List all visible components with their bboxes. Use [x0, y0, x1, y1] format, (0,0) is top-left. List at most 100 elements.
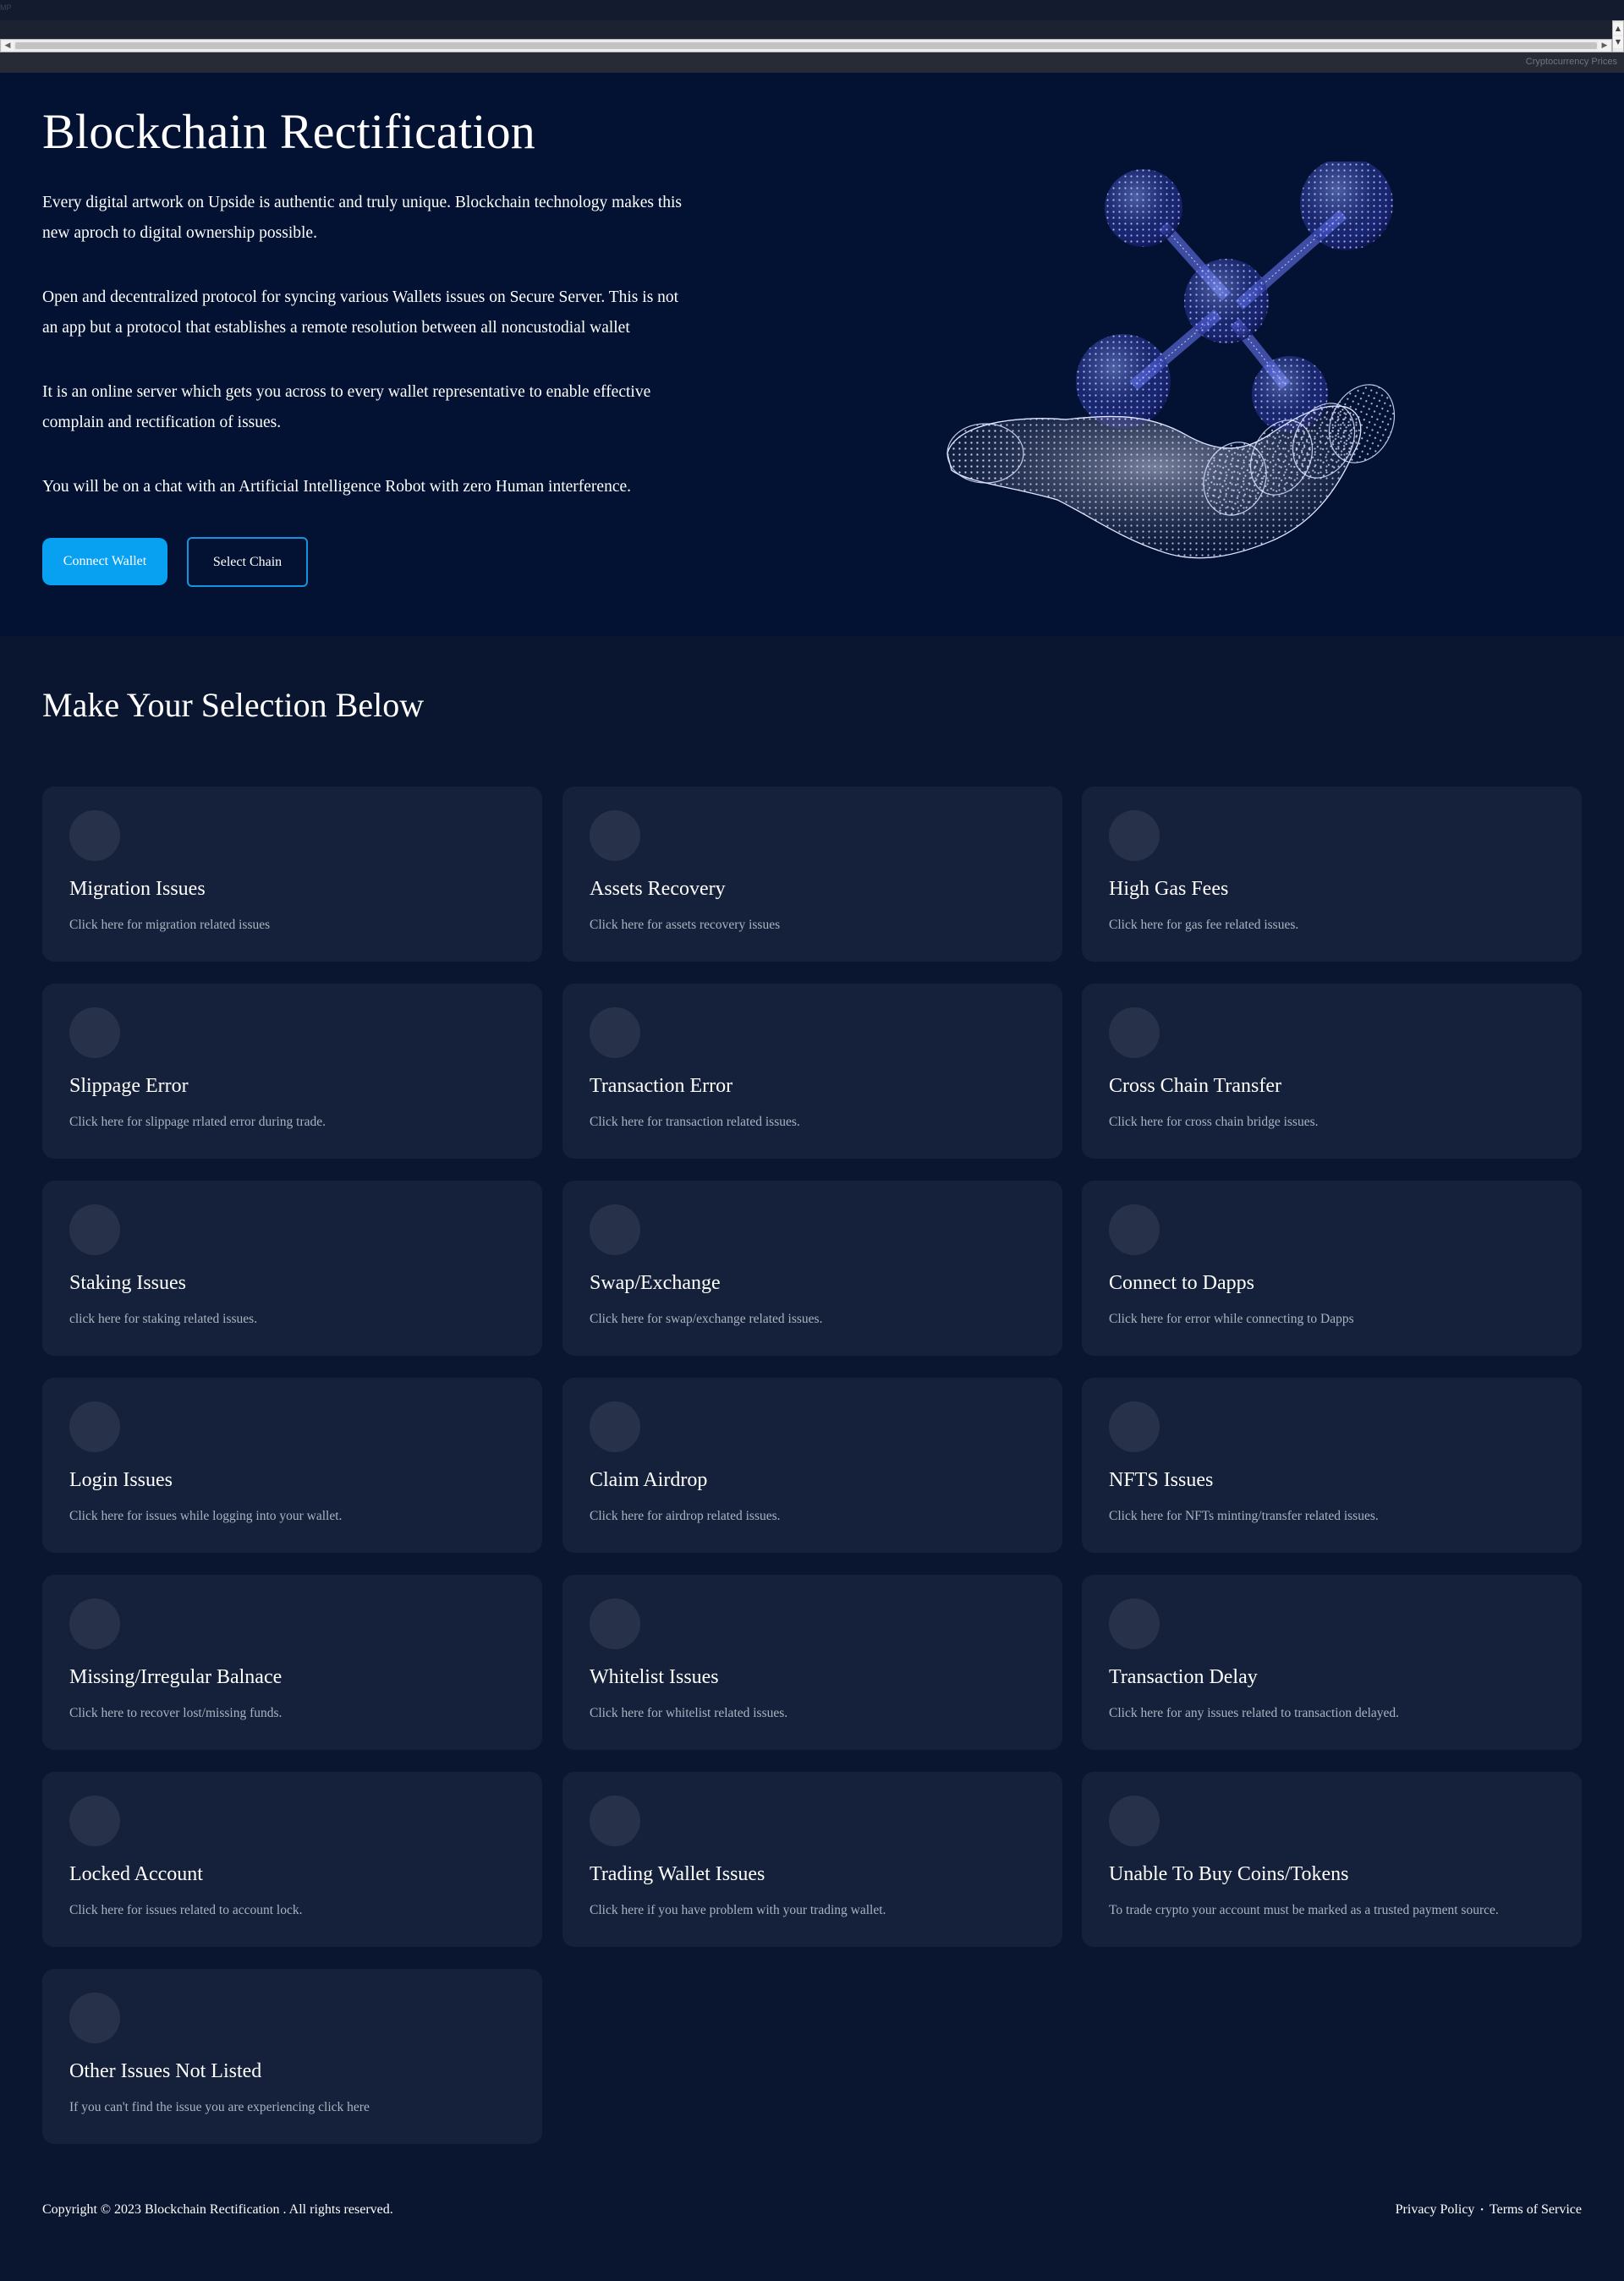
hero-paragraph: You will be on a chat with an Artificial…	[42, 478, 632, 496]
issue-card[interactable]: Staking Issues click here for staking rel…	[42, 1181, 542, 1356]
card-icon	[1109, 1007, 1160, 1058]
card-title: Swap/Exchange	[590, 1272, 721, 1294]
hand-molecule-illustration	[946, 162, 1396, 559]
card-icon	[69, 1598, 120, 1649]
footer-links: Privacy Policy • Terms of Service	[1396, 2202, 1582, 2218]
issue-card[interactable]: Unable To Buy Coins/Tokens To trade crypt…	[1082, 1772, 1582, 1947]
issue-card[interactable]: High Gas Fees Click here for gas fee rela…	[1082, 787, 1582, 962]
hero-section: Blockchain Rectification Every digital a…	[0, 73, 1624, 636]
card-description: Click here for NFTs minting/transfer rel…	[1109, 1509, 1379, 1523]
card-title: Assets Recovery	[590, 878, 726, 900]
card-icon	[69, 1204, 120, 1255]
hero-paragraph: Open and decentralized protocol for sync…	[42, 288, 679, 337]
issue-card[interactable]: Login Issues Click here for issues while …	[42, 1378, 542, 1553]
card-icon	[69, 1796, 120, 1846]
ticker-credit-bar: Cryptocurrency Prices	[0, 52, 1624, 73]
issue-card[interactable]: Missing/Irregular Balnace Click here to r…	[42, 1575, 542, 1750]
card-icon	[590, 1204, 640, 1255]
card-description: Click here for issues related to account…	[69, 1903, 303, 1917]
issue-card[interactable]: Claim Airdrop Click here for airdrop rela…	[562, 1378, 1062, 1553]
issue-card[interactable]: NFTS Issues Click here for NFTs minting/t…	[1082, 1378, 1582, 1553]
price-ticker-widget: MP	[0, 0, 1624, 20]
page-title: Blockchain Rectification	[42, 104, 535, 159]
card-description: Click here if you have problem with your…	[590, 1903, 886, 1917]
card-title: Staking Issues	[69, 1272, 186, 1294]
copyright-text: Copyright © 2023 Blockchain Rectificatio…	[42, 2202, 393, 2217]
card-icon	[590, 1401, 640, 1452]
issue-card[interactable]: Migration Issues Click here for migration…	[42, 787, 542, 962]
privacy-policy-link[interactable]: Privacy Policy	[1396, 2202, 1475, 2218]
card-title: Locked Account	[69, 1863, 203, 1885]
scroll-up-arrow-icon[interactable]: ▲	[1613, 23, 1623, 35]
hero-paragraph: It is an online server which gets you ac…	[42, 383, 651, 431]
card-description: click here for staking related issues.	[69, 1312, 258, 1326]
card-icon	[590, 1598, 640, 1649]
card-description: If you can't find the issue you are expe…	[69, 2100, 370, 2114]
card-icon	[1109, 1401, 1160, 1452]
horizontal-scrollbar[interactable]: ◀ ▶	[0, 39, 1612, 52]
vertical-scrollbar[interactable]: ▲ ▼	[1612, 20, 1624, 52]
card-title: Other Issues Not Listed	[69, 2060, 262, 2082]
card-description: Click here for assets recovery issues	[590, 918, 781, 932]
card-icon	[1109, 1598, 1160, 1649]
ticker-scroll-area: ◀ ▶ ▲ ▼	[0, 20, 1624, 52]
widget-credit-link[interactable]: Cryptocurrency Prices	[1526, 57, 1617, 67]
card-icon	[590, 1007, 640, 1058]
card-title: Cross Chain Transfer	[1109, 1075, 1282, 1097]
card-icon	[1109, 1796, 1160, 1846]
issue-card[interactable]: Transaction Delay Click here for any issu…	[1082, 1575, 1582, 1750]
issue-card[interactable]: Other Issues Not Listed If you can't find…	[42, 1969, 542, 2144]
card-icon	[1109, 810, 1160, 861]
issue-card[interactable]: Transaction Error Click here for transact…	[562, 984, 1062, 1159]
issue-card[interactable]: Whitelist Issues Click here for whitelist…	[562, 1575, 1062, 1750]
card-title: Slippage Error	[69, 1075, 189, 1097]
card-title: Login Issues	[69, 1469, 173, 1491]
card-icon	[1109, 1204, 1160, 1255]
card-description: Click here for gas fee related issues.	[1109, 918, 1299, 932]
page-footer: Copyright © 2023 Blockchain Rectificatio…	[0, 2191, 1624, 2233]
card-description: Click here for airdrop related issues.	[590, 1509, 781, 1523]
select-chain-button[interactable]: Select Chain	[187, 537, 308, 587]
molecule-spheres	[1076, 162, 1393, 432]
selection-heading: Make Your Selection Below	[42, 686, 425, 724]
issue-card[interactable]: Swap/Exchange Click here for swap/exchang…	[562, 1181, 1062, 1356]
card-title: Whitelist Issues	[590, 1666, 719, 1688]
card-icon	[590, 1796, 640, 1846]
card-title: Claim Airdrop	[590, 1469, 708, 1491]
issue-card[interactable]: Connect to Dapps Click here for error whi…	[1082, 1181, 1582, 1356]
hero-paragraph: Every digital artwork on Upside is authe…	[42, 194, 682, 242]
open-hand	[946, 384, 1396, 559]
card-description: Click here for swap/exchange related iss…	[590, 1312, 823, 1326]
card-icon	[69, 1993, 120, 2043]
card-title: Transaction Error	[590, 1075, 733, 1097]
card-description: Click here for transaction related issue…	[590, 1115, 800, 1129]
card-title: Migration Issues	[69, 878, 206, 900]
issue-card[interactable]: Locked Account Click here for issues rela…	[42, 1772, 542, 1947]
card-icon	[69, 1401, 120, 1452]
card-description: Click here for cross chain bridge issues…	[1109, 1115, 1319, 1129]
card-description: Click here for migration related issues	[69, 918, 271, 932]
issue-card[interactable]: Trading Wallet Issues Click here if you h…	[562, 1772, 1062, 1947]
card-title: Missing/Irregular Balnace	[69, 1666, 283, 1688]
card-title: High Gas Fees	[1109, 878, 1229, 900]
card-icon	[69, 810, 120, 861]
card-description: Click here for any issues related to tra…	[1109, 1706, 1400, 1720]
terms-of-service-link[interactable]: Terms of Service	[1490, 2202, 1582, 2218]
card-description: To trade crypto your account must be mar…	[1109, 1903, 1499, 1917]
scroll-right-arrow-icon[interactable]: ▶	[1599, 41, 1610, 51]
scrollbar-thumb[interactable]	[15, 42, 1597, 49]
scroll-left-arrow-icon[interactable]: ◀	[2, 41, 14, 51]
card-title: Unable To Buy Coins/Tokens	[1109, 1863, 1349, 1885]
card-title: Connect to Dapps	[1109, 1272, 1254, 1294]
card-icon	[590, 810, 640, 861]
card-description: Click here for whitelist related issues.	[590, 1706, 788, 1720]
card-description: Click here for slippage rrlated error du…	[69, 1115, 326, 1129]
scroll-down-arrow-icon[interactable]: ▼	[1613, 36, 1623, 48]
issue-card[interactable]: Slippage Error Click here for slippage rr…	[42, 984, 542, 1159]
issue-card[interactable]: Cross Chain Transfer Click here for cross…	[1082, 984, 1582, 1159]
card-title: Trading Wallet Issues	[590, 1863, 765, 1885]
connect-wallet-button[interactable]: Connect Wallet	[42, 538, 167, 585]
card-description: Click here for error while connecting to…	[1109, 1312, 1354, 1326]
card-icon	[69, 1007, 120, 1058]
issue-card[interactable]: Assets Recovery Click here for assets rec…	[562, 787, 1062, 962]
